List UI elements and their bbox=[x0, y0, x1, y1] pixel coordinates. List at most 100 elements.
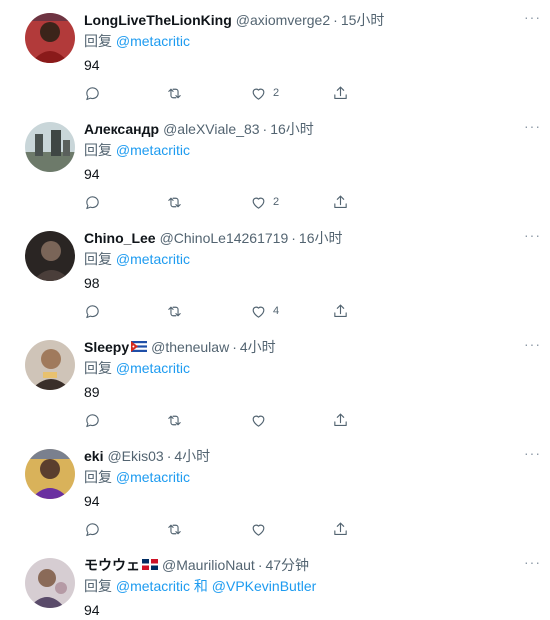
more-options-icon[interactable]: ··· bbox=[524, 227, 541, 243]
display-name[interactable]: Chino_Lee bbox=[84, 228, 156, 248]
tweet-text: 94 bbox=[84, 602, 100, 618]
retweet-button[interactable] bbox=[166, 519, 183, 539]
mention-link[interactable]: @VPKevinButler bbox=[212, 578, 316, 594]
tweet[interactable]: eki @Ekis03 · 4小时 ··· 回复 @metacritic 94 bbox=[0, 436, 550, 545]
mention-link[interactable]: @metacritic bbox=[116, 360, 190, 376]
share-icon bbox=[334, 304, 347, 317]
reply-context: 回复 @metacritic bbox=[84, 249, 190, 269]
separator: · bbox=[262, 121, 268, 137]
reply-icon bbox=[86, 522, 99, 536]
avatar[interactable] bbox=[25, 231, 75, 281]
display-name[interactable]: Sleepy bbox=[84, 337, 129, 357]
tweet-text: 89 bbox=[84, 384, 100, 400]
display-name[interactable]: Александр bbox=[84, 119, 159, 139]
like-count: 4 bbox=[273, 305, 280, 317]
separator: · bbox=[333, 12, 338, 28]
display-name[interactable]: モウウェ bbox=[84, 555, 140, 575]
heart-icon bbox=[252, 197, 265, 209]
display-name[interactable]: LongLiveTheLionKing bbox=[84, 10, 232, 30]
tweet[interactable]: モウウェ @MaurilioNaut · 47分钟 ··· 回复 @metacr… bbox=[0, 545, 550, 620]
timestamp[interactable]: 4小时 bbox=[240, 337, 276, 357]
tweet-text: 94 bbox=[84, 166, 100, 182]
user-handle[interactable]: @theneulaw bbox=[151, 337, 229, 357]
share-button[interactable] bbox=[332, 410, 349, 430]
more-options-icon[interactable]: ··· bbox=[524, 336, 541, 352]
more-options-icon[interactable]: ··· bbox=[524, 9, 541, 25]
avatar[interactable] bbox=[25, 340, 75, 390]
retweet-icon bbox=[168, 524, 181, 534]
reply-icon bbox=[86, 304, 99, 318]
share-button[interactable] bbox=[332, 519, 349, 539]
cuba-flag-icon bbox=[131, 337, 148, 357]
avatar[interactable] bbox=[25, 122, 75, 172]
reply-prefix: 回复 bbox=[84, 251, 112, 267]
user-handle[interactable]: @ChinoLe14261719 bbox=[160, 228, 289, 248]
share-button[interactable] bbox=[332, 301, 349, 321]
reply-button[interactable] bbox=[84, 83, 101, 103]
reply-prefix: 回复 bbox=[84, 360, 112, 376]
like-count: 2 bbox=[273, 87, 280, 99]
user-handle[interactable]: @MaurilioNaut bbox=[162, 555, 255, 575]
reply-prefix: 回复 bbox=[84, 33, 112, 49]
tweet-actions bbox=[84, 410, 364, 430]
share-button[interactable] bbox=[332, 83, 349, 103]
like-button[interactable]: 4 bbox=[250, 301, 279, 321]
mention-link[interactable]: @metacritic bbox=[116, 251, 190, 267]
avatar[interactable] bbox=[25, 13, 75, 63]
mention-link[interactable]: @metacritic bbox=[116, 469, 190, 485]
retweet-button[interactable] bbox=[166, 192, 183, 212]
reply-icon bbox=[86, 195, 99, 209]
reply-icon bbox=[86, 413, 99, 427]
reply-button[interactable] bbox=[84, 519, 101, 539]
display-name[interactable]: eki bbox=[84, 446, 103, 466]
timestamp[interactable]: 16小时 bbox=[270, 119, 314, 139]
like-button[interactable]: 2 bbox=[250, 83, 279, 103]
share-button[interactable] bbox=[332, 192, 349, 212]
avatar[interactable] bbox=[25, 558, 75, 608]
user-handle[interactable]: @Ekis03 bbox=[107, 446, 163, 466]
user-handle[interactable]: @axiomverge2 bbox=[236, 10, 330, 30]
retweet-button[interactable] bbox=[166, 301, 183, 321]
reply-context: 回复 @metacritic 和 @VPKevinButler bbox=[84, 576, 316, 596]
user-handle[interactable]: @aleXViale_83 bbox=[163, 119, 259, 139]
more-options-icon[interactable]: ··· bbox=[524, 118, 541, 134]
reply-prefix: 回复 bbox=[84, 469, 112, 485]
retweet-button[interactable] bbox=[166, 83, 183, 103]
retweet-icon bbox=[168, 197, 181, 207]
tweet[interactable]: Sleepy @theneulaw · 4小时 ··· 回复 @metacrit… bbox=[0, 327, 550, 436]
avatar[interactable] bbox=[25, 449, 75, 499]
retweet-button[interactable] bbox=[166, 410, 183, 430]
mention-link[interactable]: @metacritic bbox=[116, 33, 190, 49]
heart-icon bbox=[252, 415, 265, 427]
retweet-icon bbox=[168, 415, 181, 425]
tweet-actions: 4 bbox=[84, 301, 364, 321]
like-button[interactable] bbox=[250, 410, 273, 430]
like-button[interactable] bbox=[250, 519, 273, 539]
timestamp[interactable]: 47分钟 bbox=[265, 555, 309, 575]
more-options-icon[interactable]: ··· bbox=[524, 554, 541, 570]
separator: · bbox=[166, 448, 172, 464]
reply-context: 回复 @metacritic bbox=[84, 358, 190, 378]
dominican-flag-icon bbox=[142, 555, 158, 575]
share-icon bbox=[334, 195, 347, 208]
like-button[interactable]: 2 bbox=[250, 192, 279, 212]
more-options-icon[interactable]: ··· bbox=[524, 445, 541, 461]
mention-link[interactable]: @metacritic bbox=[116, 142, 190, 158]
mention-link[interactable]: @metacritic bbox=[116, 578, 190, 594]
reply-button[interactable] bbox=[84, 301, 101, 321]
share-icon bbox=[334, 413, 347, 426]
mention-joiner: 和 bbox=[193, 578, 208, 594]
separator: · bbox=[291, 230, 296, 246]
tweet[interactable]: Александр @aleXViale_83 · 16小时 ··· 回复 @m… bbox=[0, 109, 550, 218]
heart-icon bbox=[252, 88, 265, 100]
tweet-actions: 2 bbox=[84, 83, 364, 103]
timestamp[interactable]: 15小时 bbox=[341, 10, 385, 30]
reply-icon bbox=[86, 86, 99, 100]
timestamp[interactable]: 16小时 bbox=[299, 228, 343, 248]
tweet-actions: 2 bbox=[84, 192, 364, 212]
reply-button[interactable] bbox=[84, 192, 101, 212]
reply-button[interactable] bbox=[84, 410, 101, 430]
tweet[interactable]: LongLiveTheLionKing @axiomverge2 · 15小时 … bbox=[0, 0, 550, 109]
timestamp[interactable]: 4小时 bbox=[174, 446, 210, 466]
tweet[interactable]: Chino_Lee @ChinoLe14261719 · 16小时 ··· 回复… bbox=[0, 218, 550, 327]
